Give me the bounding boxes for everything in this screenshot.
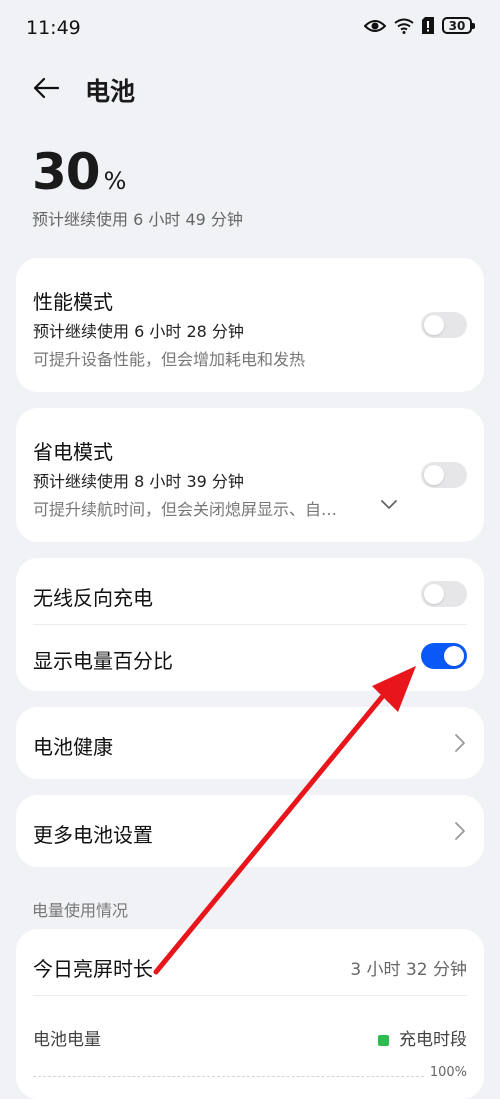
screen-time-value: 3 小时 32 分钟 (350, 960, 467, 980)
back-arrow-icon[interactable] (30, 72, 62, 104)
toggle-knob (424, 465, 444, 485)
more-battery-settings-label: 更多电池设置 (33, 823, 153, 847)
performance-mode-card[interactable]: 性能模式 预计继续使用 6 小时 28 分钟 可提升设备性能，但会增加耗电和发热 (16, 258, 484, 392)
performance-mode-estimate: 预计继续使用 6 小时 28 分钟 (33, 322, 244, 341)
power-saving-card[interactable]: 省电模式 预计继续使用 8 小时 39 分钟 可提升续航时间，但会关闭熄屏显示、… (16, 408, 484, 542)
performance-mode-toggle[interactable] (421, 312, 467, 338)
power-saving-desc: 可提升续航时间，但会关闭熄屏显示、自… (33, 500, 338, 519)
chevron-right-icon (455, 822, 465, 840)
charging-legend-label: 充电时段 (399, 1030, 467, 1050)
power-saving-estimate: 预计继续使用 8 小时 39 分钟 (33, 472, 244, 491)
battery-percent-value: 30 (32, 143, 101, 201)
wireless-reverse-charging-label: 无线反向充电 (33, 586, 153, 610)
status-bar: 11:49 30 (0, 0, 500, 60)
power-saving-title: 省电模式 (33, 440, 113, 464)
charging-options-card: 无线反向充电 显示电量百分比 (16, 558, 484, 691)
usage-section-label: 电量使用情况 (32, 901, 129, 920)
remaining-time: 预计继续使用 6 小时 49 分钟 (32, 210, 243, 229)
battery-health-label: 电池健康 (33, 735, 113, 759)
toggle-knob (444, 646, 464, 666)
divider (33, 624, 467, 625)
show-percentage-label: 显示电量百分比 (33, 649, 173, 673)
chevron-right-icon (455, 734, 465, 752)
divider (33, 995, 467, 996)
battery-health-row[interactable]: 电池健康 (16, 707, 484, 779)
toggle-knob (424, 315, 444, 335)
performance-mode-desc: 可提升设备性能，但会增加耗电和发热 (33, 350, 306, 369)
wifi-icon (394, 18, 414, 34)
status-icons: 30 (364, 17, 475, 34)
expand-chevron-icon[interactable] (380, 499, 398, 511)
page-title: 电池 (85, 77, 136, 106)
more-battery-settings-row[interactable]: 更多电池设置 (16, 795, 484, 867)
performance-mode-title: 性能模式 (33, 290, 113, 314)
battery-icon: 30 (442, 17, 475, 34)
battery-percent-sign: % (103, 167, 127, 195)
chart-axis-top-label: 100% (429, 1065, 467, 1080)
wireless-reverse-charging-toggle[interactable] (421, 581, 467, 607)
screen-time-label: 今日亮屏时长 (33, 957, 153, 981)
toggle-knob (424, 584, 444, 604)
eye-icon (364, 19, 386, 32)
usage-card: 今日亮屏时长 3 小时 32 分钟 电池电量 充电时段 100% (16, 929, 484, 1099)
sim-alert-icon (422, 17, 434, 34)
chart-top-gridline (33, 1076, 424, 1077)
show-percentage-toggle[interactable] (421, 643, 467, 669)
charging-legend: 充电时段 (378, 1025, 467, 1050)
status-time: 11:49 (26, 17, 81, 39)
power-saving-toggle[interactable] (421, 462, 467, 488)
battery-percent: 30% (32, 143, 127, 201)
battery-level-label: 电池电量 (33, 1030, 101, 1050)
page-header: 电池 (0, 62, 500, 116)
charging-legend-swatch (378, 1034, 389, 1046)
